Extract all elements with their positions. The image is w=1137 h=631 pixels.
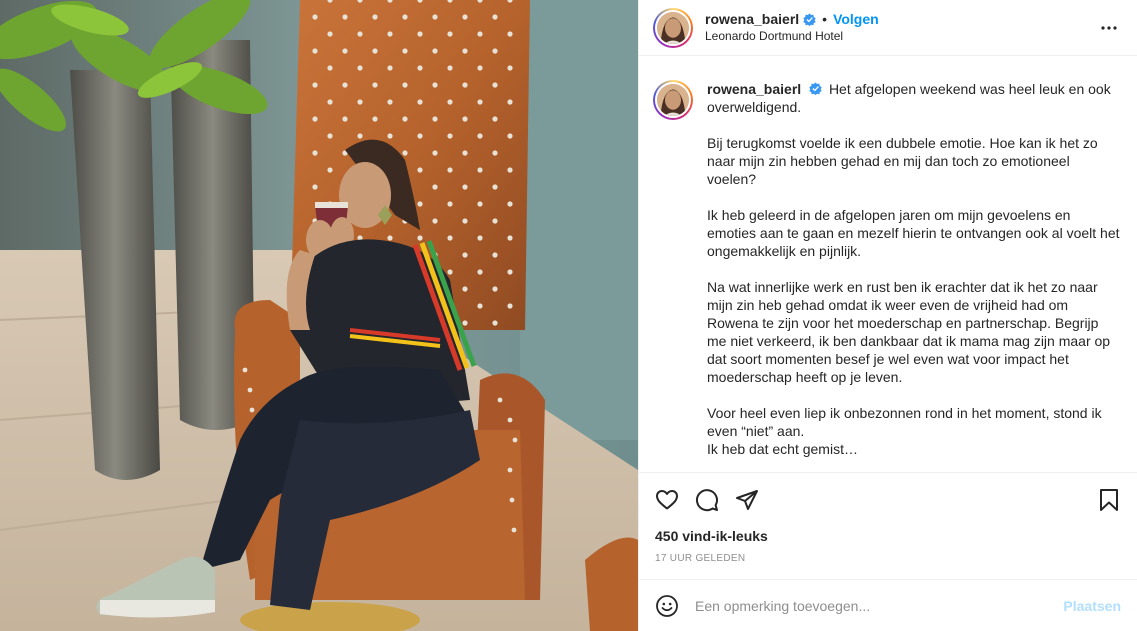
caption-line: Voor heel even liep ik onbezonnen rond i… (707, 405, 1102, 439)
bookmark-icon[interactable] (1097, 488, 1121, 512)
separator-dot: • (822, 10, 828, 27)
caption-paragraph-5: Voor heel even liep ik onbezonnen rond i… (707, 404, 1121, 458)
instagram-post: rowena_baierl • Volgen Leonardo Dortmund… (0, 0, 1137, 631)
more-options-icon[interactable] (1097, 16, 1121, 40)
post-actions: 450 vind-ik-leuks 17 UUR GELEDEN (639, 472, 1137, 579)
caption-paragraph-2: Bij terugkomst voelde ik een dubbele emo… (707, 135, 1098, 187)
woman-on-orange-chair-photo (0, 0, 638, 631)
caption-avatar[interactable] (653, 80, 693, 472)
caption-text: rowena_baierl Het afgelopen weekend was … (707, 80, 1121, 472)
send-icon[interactable] (735, 488, 759, 512)
caption-area: rowena_baierl Het afgelopen weekend was … (639, 56, 1137, 472)
comment-bar: Plaatsen (639, 579, 1137, 631)
comment-icon[interactable] (695, 488, 719, 512)
post-photo[interactable] (0, 0, 638, 631)
post-timestamp[interactable]: 17 UUR GELEDEN (655, 551, 1121, 579)
profile-picture (657, 11, 689, 44)
caption-paragraph-1: rowena_baierl Het afgelopen weekend was … (707, 80, 1121, 116)
avatar-image (655, 9, 691, 46)
follow-button[interactable]: Volgen (833, 11, 879, 28)
post-header: rowena_baierl • Volgen Leonardo Dortmund… (639, 0, 1137, 56)
likes-count[interactable]: 450 vind-ik-leuks (655, 527, 1121, 551)
caption-line: Ik heb dat echt gemist… (707, 441, 858, 457)
caption-profile-picture (657, 84, 689, 116)
emoji-icon[interactable] (655, 594, 679, 618)
username[interactable]: rowena_baierl (705, 11, 799, 28)
header-user-row: rowena_baierl • Volgen (705, 11, 1097, 28)
post-detail-panel: rowena_baierl • Volgen Leonardo Dortmund… (638, 0, 1137, 631)
location-link[interactable]: Leonardo Dortmund Hotel (705, 28, 1097, 45)
send-paper-plane-svg (736, 490, 758, 510)
avatar[interactable] (653, 7, 693, 48)
header-text: rowena_baierl • Volgen Leonardo Dortmund… (705, 11, 1097, 45)
comment-input[interactable] (695, 597, 1064, 614)
bookmark-svg (1100, 489, 1118, 511)
heart-icon[interactable] (655, 488, 679, 512)
verified-badge-icon (803, 12, 816, 26)
caption-paragraph-4: Na wat innerlijke werk en rust ben ik er… (707, 279, 1111, 385)
action-icons-row (655, 473, 1121, 527)
caption-username[interactable]: rowena_baierl (707, 81, 801, 97)
post-comment-button[interactable]: Plaatsen (1063, 598, 1121, 614)
comment-bubble-svg (696, 489, 718, 512)
caption-paragraph-3: Ik heb geleerd in de afgelopen jaren om … (707, 207, 1120, 259)
verified-badge-icon (809, 82, 822, 95)
more-dots-icon (1101, 25, 1117, 30)
like-heart-svg (656, 490, 678, 510)
